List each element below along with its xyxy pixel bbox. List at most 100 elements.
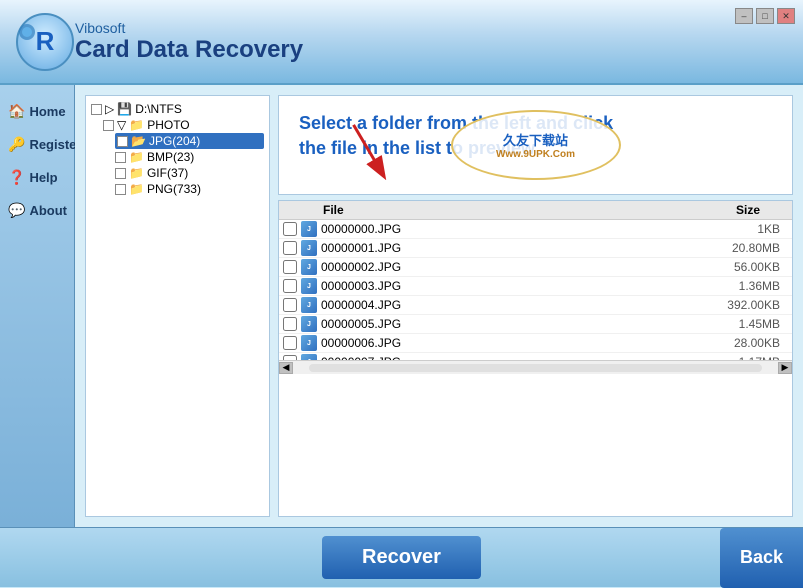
tree-root-checkbox[interactable]: [91, 104, 102, 115]
app-main-title: Card Data Recovery: [75, 36, 303, 64]
instruction-area: Select a folder from the left and click …: [278, 95, 793, 195]
file-checkbox-3[interactable]: [283, 279, 297, 293]
tree-node-png[interactable]: 📁 PNG(733): [115, 181, 264, 197]
svg-text:R: R: [36, 26, 55, 56]
tree-node-photo[interactable]: ▽ 📁 PHOTO: [103, 117, 264, 133]
back-button[interactable]: Back: [720, 528, 803, 588]
app-title-group: Vibosoft Card Data Recovery: [75, 20, 303, 64]
close-button[interactable]: ✕: [777, 8, 795, 24]
recover-button[interactable]: Recover: [322, 536, 481, 579]
tree-photo-checkbox[interactable]: [103, 120, 114, 131]
file-name-0: 00000000.JPG: [321, 222, 708, 236]
file-list-area: File Size J 00000000.JPG 1KB J 00000001.…: [278, 200, 793, 517]
tree-jpg-label: JPG(204): [149, 134, 200, 148]
about-icon: 💬: [8, 202, 25, 219]
tree-photo-expand-icon: ▽: [117, 118, 126, 132]
tree-jpg-checkbox[interactable]: [117, 136, 128, 147]
watermark-chinese: 久友下载站: [503, 130, 568, 149]
tree-folder-icon-jpg: 📂: [131, 134, 146, 148]
file-size-5: 1.45MB: [708, 317, 788, 331]
tree-folder-icon-bmp: 📁: [129, 150, 144, 164]
header-check: [283, 203, 303, 217]
tree-root-expand-icon: ▷: [105, 102, 114, 116]
file-name-2: 00000002.JPG: [321, 260, 708, 274]
register-icon: 🔑: [8, 136, 25, 153]
table-row[interactable]: J 00000000.JPG 1KB: [279, 220, 792, 239]
main-layout: 🏠 Home 🔑 Register ❓ Help 💬 About ▷ 💾 D:: [0, 85, 803, 527]
file-checkbox-4[interactable]: [283, 298, 297, 312]
file-size-1: 20.80MB: [708, 241, 788, 255]
watermark: 久友下载站 Www.9UPK.Com: [451, 110, 621, 180]
tree-folder-icon-png: 📁: [129, 182, 144, 196]
file-checkbox-6[interactable]: [283, 336, 297, 350]
minimize-button[interactable]: –: [735, 8, 753, 24]
tree-indent-2: 📂 JPG(204) 📁 BMP(23) 📁 GIF(37): [115, 133, 264, 197]
file-list-scroll[interactable]: J 00000000.JPG 1KB J 00000001.JPG 20.80M…: [279, 220, 792, 360]
file-checkbox-5[interactable]: [283, 317, 297, 331]
tree-node-gif[interactable]: 📁 GIF(37): [115, 165, 264, 181]
right-panel: Select a folder from the left and click …: [278, 95, 793, 517]
file-type-icon-1: J: [301, 240, 317, 256]
scroll-left-btn[interactable]: ◀: [279, 362, 293, 374]
header-file: File: [323, 203, 690, 217]
file-size-6: 28.00KB: [708, 336, 788, 350]
scroll-right-btn[interactable]: ▶: [778, 362, 792, 374]
tree-root-label: D:\NTFS: [135, 102, 182, 116]
sidebar-label-help: Help: [29, 170, 57, 185]
tree-root[interactable]: ▷ 💾 D:\NTFS: [91, 101, 264, 117]
table-row[interactable]: J 00000007.JPG 1.17MB: [279, 353, 792, 360]
tree-gif-checkbox[interactable]: [115, 168, 126, 179]
table-row[interactable]: J 00000001.JPG 20.80MB: [279, 239, 792, 258]
file-name-4: 00000004.JPG: [321, 298, 708, 312]
file-checkbox-2[interactable]: [283, 260, 297, 274]
tree-node-bmp[interactable]: 📁 BMP(23): [115, 149, 264, 165]
table-row[interactable]: J 00000004.JPG 392.00KB: [279, 296, 792, 315]
file-size-4: 392.00KB: [708, 298, 788, 312]
table-row[interactable]: J 00000002.JPG 56.00KB: [279, 258, 792, 277]
tree-folder-icon-gif: 📁: [129, 166, 144, 180]
sidebar-item-home[interactable]: 🏠 Home: [0, 95, 74, 128]
file-name-7: 00000007.JPG: [321, 355, 708, 360]
file-name-3: 00000003.JPG: [321, 279, 708, 293]
table-row[interactable]: J 00000006.JPG 28.00KB: [279, 334, 792, 353]
window-controls: – □ ✕: [735, 8, 795, 24]
help-icon: ❓: [8, 169, 25, 186]
file-name-5: 00000005.JPG: [321, 317, 708, 331]
app-header: R Vibosoft Card Data Recovery – □ ✕: [0, 0, 803, 85]
folder-tree[interactable]: ▷ 💾 D:\NTFS ▽ 📁 PHOTO 📂: [85, 95, 270, 517]
table-row[interactable]: J 00000005.JPG 1.45MB: [279, 315, 792, 334]
middle-area: ▷ 💾 D:\NTFS ▽ 📁 PHOTO 📂: [85, 95, 793, 517]
scroll-track: [309, 364, 762, 372]
file-list-header: File Size: [279, 201, 792, 220]
sidebar-label-register: Register: [29, 137, 81, 152]
tree-node-jpg[interactable]: 📂 JPG(204): [115, 133, 264, 149]
tree-bmp-label: BMP(23): [147, 150, 194, 164]
tree-indent-1: ▽ 📁 PHOTO 📂 JPG(204) 📁 BMP: [103, 117, 264, 197]
watermark-url: Www.9UPK.Com: [496, 149, 575, 160]
content-area: ▷ 💾 D:\NTFS ▽ 📁 PHOTO 📂: [75, 85, 803, 527]
file-checkbox-7[interactable]: [283, 355, 297, 360]
bottom-bar: Recover Back: [0, 527, 803, 587]
table-row[interactable]: J 00000003.JPG 1.36MB: [279, 277, 792, 296]
file-checkbox-0[interactable]: [283, 222, 297, 236]
tree-png-label: PNG(733): [147, 182, 201, 196]
sidebar-item-about[interactable]: 💬 About: [0, 194, 74, 227]
horizontal-scrollbar[interactable]: ◀ ▶: [279, 360, 792, 374]
file-checkbox-1[interactable]: [283, 241, 297, 255]
file-type-icon-4: J: [301, 297, 317, 313]
tree-bmp-checkbox[interactable]: [115, 152, 126, 163]
sidebar-label-home: Home: [29, 104, 65, 119]
tree-png-checkbox[interactable]: [115, 184, 126, 195]
app-logo: R: [15, 12, 75, 72]
tree-photo-label: PHOTO: [147, 118, 189, 132]
file-name-6: 00000006.JPG: [321, 336, 708, 350]
sidebar-item-register[interactable]: 🔑 Register: [0, 128, 74, 161]
sidebar-item-help[interactable]: ❓ Help: [0, 161, 74, 194]
header-size: Size: [690, 203, 770, 217]
tree-folder-icon-photo: 📁: [129, 118, 144, 132]
sidebar: 🏠 Home 🔑 Register ❓ Help 💬 About: [0, 85, 75, 527]
file-type-icon-3: J: [301, 278, 317, 294]
maximize-button[interactable]: □: [756, 8, 774, 24]
tree-drive-icon: 💾: [117, 102, 132, 116]
tree-gif-label: GIF(37): [147, 166, 188, 180]
